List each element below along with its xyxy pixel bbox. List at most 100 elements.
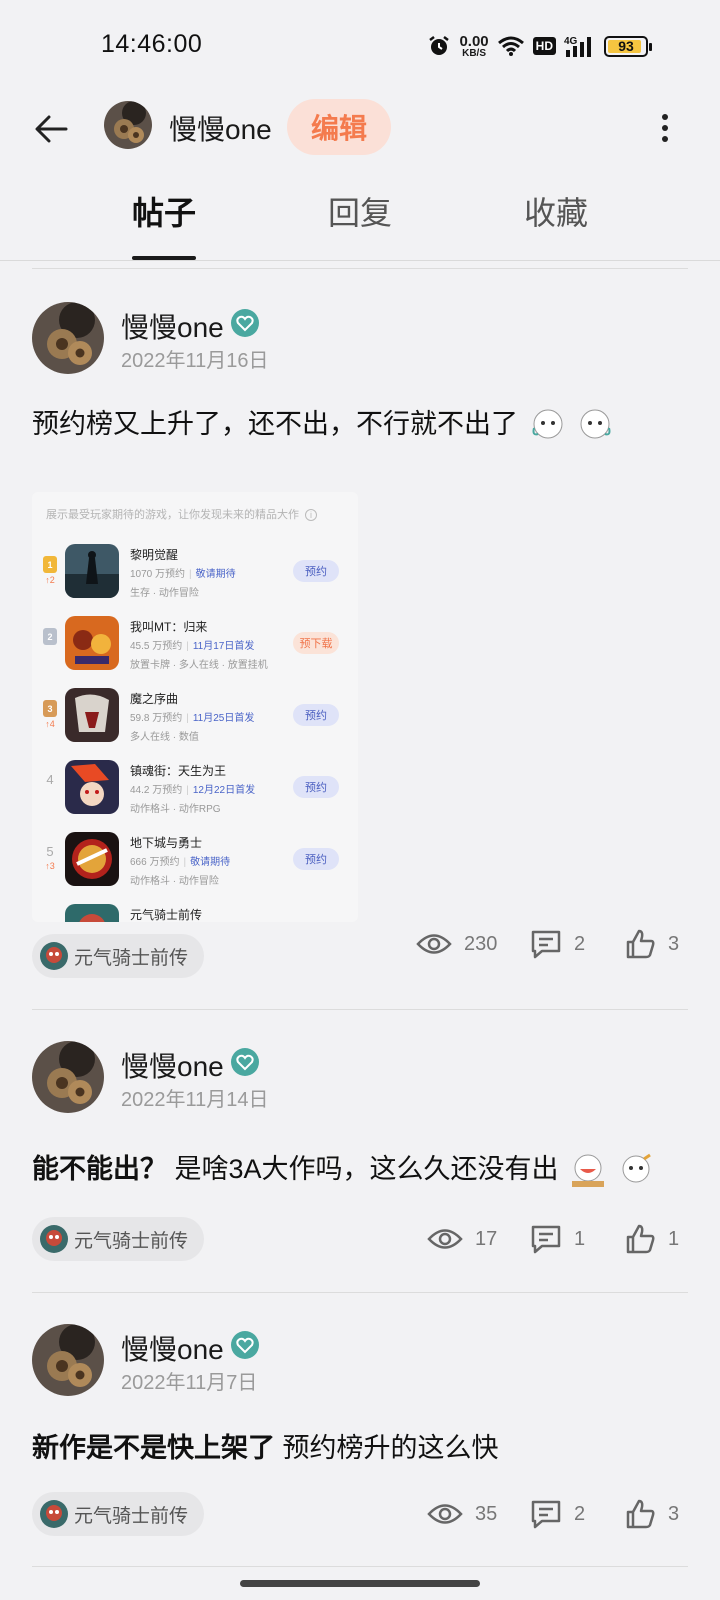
like-count[interactable]: 3 (624, 1492, 679, 1536)
net-speed-unit: KB/S (462, 47, 486, 59)
game-icon (65, 616, 119, 670)
signal-4g-icon: 4G (564, 36, 591, 57)
more-options-button[interactable] (650, 106, 680, 150)
game-tag-icon (40, 942, 68, 970)
arrow-left-icon (35, 115, 68, 143)
game-tag-chip[interactable]: 元气骑士前传 (32, 934, 205, 978)
post-card[interactable]: 慢慢one 2022年11月16日 预约榜又上升了，还不出，不行就不出了 展示最… (0, 302, 720, 982)
header-avatar[interactable] (104, 101, 152, 149)
game-tag-chip[interactable]: 元气骑士前传 (32, 1217, 205, 1261)
rank-badge: 1 ↑2 (40, 556, 60, 586)
game-name: 镇魂街：天生为王 (130, 764, 227, 778)
like-count[interactable]: 1 (624, 1217, 679, 1261)
comment-count-value: 2 (574, 1502, 586, 1525)
game-tags: 生存 · 动作冒险 (130, 588, 199, 599)
post-text-bold: 能不能出？ (32, 1154, 167, 1184)
view-count: 17 (427, 1217, 497, 1261)
header-username: 慢慢one (169, 114, 272, 145)
game-tags: 放置卡牌 · 多人在线 · 放置挂机 (130, 660, 268, 671)
tab-favorites[interactable]: 收藏 (486, 188, 626, 234)
game-icon (65, 688, 119, 742)
ranking-row: 1 ↑2 黎明觉醒 1070 万预约 | 敬请期待 生存 · 动作冒险 预约 (32, 540, 358, 602)
battery-indicator: 93 (604, 35, 652, 57)
game-tag-label: 元气骑士前传 (74, 1230, 189, 1252)
comment-icon (531, 1500, 561, 1529)
game-icon (65, 760, 119, 814)
sticker-icon (532, 409, 563, 439)
comment-count[interactable]: 2 (530, 922, 585, 966)
view-count: 35 (427, 1492, 497, 1536)
thumbs-up-icon (626, 1499, 655, 1529)
sticker-icon (580, 409, 611, 439)
rank-badge: 3 ↑4 (40, 700, 60, 730)
comment-count-value: 1 (574, 1227, 586, 1250)
like-count[interactable]: 3 (624, 922, 679, 966)
verified-heart-badge-icon (231, 309, 259, 337)
tab-replies[interactable]: 回复 (290, 188, 430, 234)
game-tag-label: 元气骑士前传 (74, 1505, 189, 1527)
game-tag-label: 元气骑士前传 (74, 947, 189, 969)
like-count-value: 3 (668, 932, 680, 955)
author-avatar[interactable] (32, 1041, 104, 1113)
gold-medal-icon: 1 (43, 556, 57, 573)
comment-count-value: 2 (574, 932, 586, 955)
view-count-value: 17 (475, 1227, 498, 1250)
verified-heart-badge-icon (231, 1048, 259, 1076)
reserve-button: 预约 (293, 776, 339, 798)
list-top-divider (32, 268, 688, 269)
net-speed-value: 0.00 (459, 32, 489, 50)
post-text-content: 预约榜升的这么快 (282, 1433, 499, 1463)
post-text-content: 是啥3A大作吗，这么久还没有出 (174, 1154, 559, 1184)
reserve-button: 预约 (293, 704, 339, 726)
author-name: 慢慢one (121, 312, 224, 343)
game-meta: 59.8 万预约 | 11月25日首发 (130, 713, 255, 724)
eye-icon (427, 1229, 463, 1249)
game-name: 我叫MT：归来 (130, 620, 208, 634)
thumbs-up-icon (626, 1224, 655, 1254)
tabs-divider (0, 260, 720, 261)
ranking-row: 元气骑士前传 (32, 900, 358, 922)
view-count: 230 (416, 922, 497, 966)
embed-caption-text: 展示最受玩家期待的游戏，让你发现未来的精品大作 (46, 509, 299, 521)
home-indicator[interactable] (240, 1580, 480, 1587)
game-tag-chip[interactable]: 元气骑士前传 (32, 1492, 205, 1536)
comment-count[interactable]: 2 (530, 1492, 585, 1536)
game-name: 魔之序曲 (130, 692, 179, 706)
comment-icon (531, 930, 561, 959)
reserve-button: 预约 (293, 560, 339, 582)
ranking-row: 5 ↑3 地下城与勇士 666 万预约 | 敬请期待 动作格斗 · 动作冒险 预约 (32, 828, 358, 890)
post-date: 2022年11月7日 (121, 1372, 258, 1394)
net-speed: 0.00 KB/S (459, 34, 488, 59)
more-vertical-icon (662, 114, 668, 120)
eye-icon (427, 1504, 463, 1524)
ranking-row: 2 我叫MT：归来 45.5 万预约 | 11月17日首发 放置卡牌 · 多人在线 … (32, 612, 358, 674)
author-avatar[interactable] (32, 1324, 104, 1396)
game-icon (65, 544, 119, 598)
edit-profile-button[interactable]: 编辑 (287, 99, 391, 155)
post-text: 新作是不是快上架了 预约榜升的这么快 (32, 1426, 499, 1465)
game-name: 元气骑士前传 (130, 908, 203, 922)
comment-icon (531, 1225, 561, 1254)
post-card[interactable]: 慢慢one 2022年11月14日 能不能出？ 是啥3A大作吗，这么久还没有出 … (0, 1041, 720, 1281)
back-button[interactable] (30, 106, 76, 152)
embedded-screenshot[interactable]: 展示最受玩家期待的游戏，让你发现未来的精品大作 i 1 ↑2 黎明觉醒 1070 … (32, 492, 358, 922)
view-count-value: 230 (464, 932, 498, 955)
game-tags: 多人在线 · 数值 (130, 732, 199, 743)
wifi-icon (497, 36, 524, 56)
tab-posts[interactable]: 帖子 (94, 188, 234, 234)
post-card[interactable]: 慢慢one 2022年11月7日 新作是不是快上架了 预约榜升的这么快 元气骑士… (0, 1324, 720, 1564)
view-count-value: 35 (475, 1502, 498, 1525)
post-text: 预约榜又上升了，还不出，不行就不出了 (32, 402, 613, 446)
tab-bar: 帖子 回复 收藏 (0, 188, 720, 260)
game-tags: 动作格斗 · 动作冒险 (130, 876, 219, 887)
status-time: 14:46:00 (101, 30, 203, 58)
status-bar: 14:46:00 0.00 KB/S HD 4G 93 (0, 0, 720, 92)
bronze-medal-icon: 3 (43, 700, 57, 717)
post-date: 2022年11月14日 (121, 1089, 269, 1111)
game-name: 黎明觉醒 (130, 548, 179, 562)
author-avatar[interactable] (32, 302, 104, 374)
comment-count[interactable]: 1 (530, 1217, 585, 1261)
thumbs-up-icon (626, 929, 655, 959)
post-divider (32, 1292, 688, 1293)
game-name: 地下城与勇士 (130, 836, 203, 850)
